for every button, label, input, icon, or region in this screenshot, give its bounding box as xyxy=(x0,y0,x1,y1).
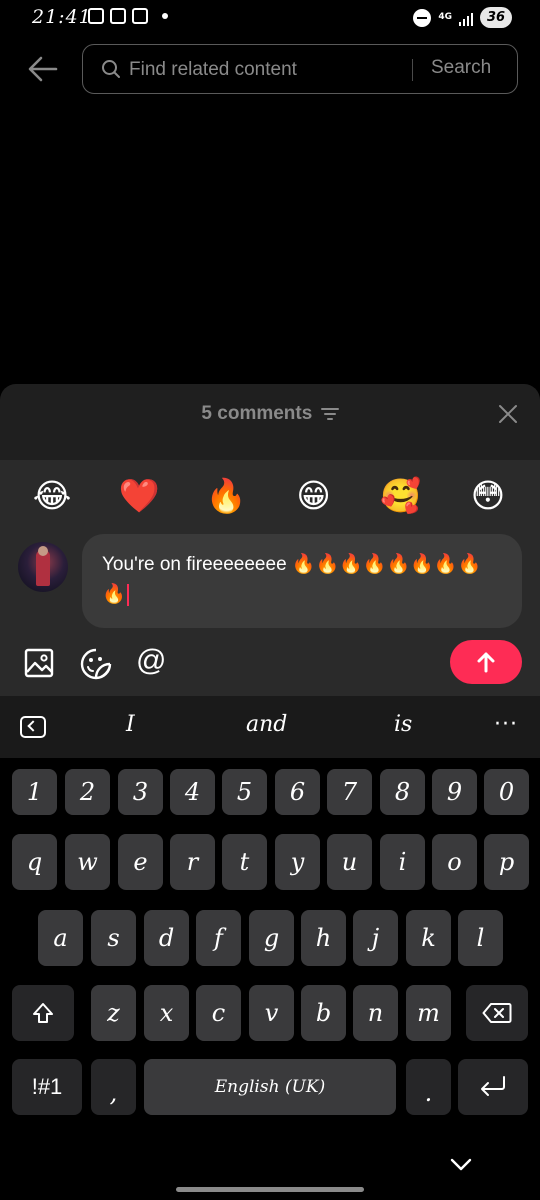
key-c[interactable]: c xyxy=(196,985,241,1041)
key-7[interactable]: 7 xyxy=(327,769,372,815)
battery-level: 36 xyxy=(480,7,512,28)
status-bar: 21:41 4G 36 xyxy=(0,0,540,36)
key-2[interactable]: 2 xyxy=(65,769,110,815)
key-h[interactable]: h xyxy=(301,910,346,966)
key-q[interactable]: q xyxy=(12,834,57,890)
key-l[interactable]: l xyxy=(458,910,503,966)
emoji-laugh[interactable]: 😂 xyxy=(30,476,74,516)
key-y[interactable]: y xyxy=(275,834,320,890)
network-type: 4G xyxy=(438,12,452,22)
avatar xyxy=(18,542,68,592)
key-g[interactable]: g xyxy=(249,910,294,966)
comment-input[interactable]: You're on fireeeeeeee 🔥🔥🔥🔥🔥🔥🔥🔥🔥 xyxy=(82,534,522,628)
comments-header: 5 comments xyxy=(0,403,540,425)
emoji-hearts-face[interactable]: 🥰 xyxy=(379,476,423,516)
shift-key[interactable] xyxy=(12,985,74,1041)
key-w[interactable]: w xyxy=(65,834,110,890)
back-arrow-icon[interactable] xyxy=(26,52,60,86)
key-t[interactable]: t xyxy=(222,834,267,890)
key-i[interactable]: i xyxy=(380,834,425,890)
key-d[interactable]: d xyxy=(144,910,189,966)
dnd-icon xyxy=(413,8,432,27)
symbols-key[interactable]: !#1 xyxy=(12,1059,82,1115)
key-r[interactable]: r xyxy=(170,834,215,890)
key-5[interactable]: 5 xyxy=(222,769,267,815)
key-f[interactable]: f xyxy=(196,910,241,966)
quick-emoji-bar: 😂 ❤️ 🔥 😁 🥰 😳 xyxy=(0,476,540,516)
key-6[interactable]: 6 xyxy=(275,769,320,815)
search-button[interactable]: Search xyxy=(431,57,491,79)
status-time: 21:41 xyxy=(32,6,92,28)
hide-keyboard-chevron-icon[interactable] xyxy=(450,1158,472,1172)
space-key[interactable]: English (UK) xyxy=(144,1059,396,1115)
keyboard-toolbar-icon[interactable] xyxy=(20,716,46,738)
backspace-key[interactable] xyxy=(466,985,528,1041)
sticker-icon[interactable] xyxy=(80,648,112,680)
comment-text: You're on fireeeeeeee 🔥🔥🔥🔥🔥🔥🔥🔥🔥 xyxy=(102,554,482,605)
notification-icons xyxy=(88,8,168,24)
key-z[interactable]: z xyxy=(91,985,136,1041)
key-s[interactable]: s xyxy=(91,910,136,966)
comma-key[interactable]: , xyxy=(91,1059,136,1115)
image-icon[interactable] xyxy=(24,648,54,678)
search-icon xyxy=(102,60,120,78)
more-notifications-icon xyxy=(162,13,168,19)
arrow-up-icon xyxy=(477,652,495,673)
key-9[interactable]: 9 xyxy=(432,769,477,815)
close-icon[interactable] xyxy=(498,404,518,424)
suggestion-2[interactable]: and xyxy=(246,712,287,737)
period-key[interactable]: . xyxy=(406,1059,451,1115)
key-4[interactable]: 4 xyxy=(170,769,215,815)
enter-key[interactable] xyxy=(458,1059,528,1115)
emoji-flushed[interactable]: 😳 xyxy=(466,476,510,516)
send-button[interactable] xyxy=(450,640,522,684)
enter-icon xyxy=(481,1076,505,1096)
sort-filter-icon[interactable] xyxy=(320,407,339,421)
key-1[interactable]: 1 xyxy=(12,769,57,815)
emoji-grin[interactable]: 😁 xyxy=(292,476,336,516)
search-bar[interactable]: Search xyxy=(82,44,518,94)
music-notification-icon xyxy=(132,8,148,24)
key-x[interactable]: x xyxy=(144,985,189,1041)
shift-icon xyxy=(33,1003,53,1023)
key-v[interactable]: v xyxy=(249,985,294,1041)
more-options-icon[interactable]: ··· xyxy=(494,712,518,737)
emoji-fire[interactable]: 🔥 xyxy=(204,476,248,516)
backspace-icon xyxy=(482,1003,512,1023)
home-indicator[interactable] xyxy=(176,1187,364,1192)
key-n[interactable]: n xyxy=(353,985,398,1041)
key-0[interactable]: 0 xyxy=(484,769,529,815)
key-b[interactable]: b xyxy=(301,985,346,1041)
emoji-heart[interactable]: ❤️ xyxy=(117,476,161,516)
key-e[interactable]: e xyxy=(118,834,163,890)
search-divider xyxy=(412,59,413,81)
text-cursor xyxy=(126,583,129,606)
key-m[interactable]: m xyxy=(406,985,451,1041)
status-icons: 4G 36 xyxy=(413,7,512,28)
screenshot-notification-icon xyxy=(110,8,126,24)
key-j[interactable]: j xyxy=(353,910,398,966)
key-3[interactable]: 3 xyxy=(118,769,163,815)
key-a[interactable]: a xyxy=(38,910,83,966)
suggestion-bar: I and is ··· xyxy=(0,696,540,758)
suggestion-1[interactable]: I xyxy=(126,712,135,737)
signal-icon xyxy=(459,10,473,26)
key-k[interactable]: k xyxy=(406,910,451,966)
key-p[interactable]: p xyxy=(484,834,529,890)
key-8[interactable]: 8 xyxy=(380,769,425,815)
suggestion-3[interactable]: is xyxy=(394,712,412,737)
key-o[interactable]: o xyxy=(432,834,477,890)
mention-button[interactable]: @ xyxy=(136,644,166,678)
comment-composer: 😂 ❤️ 🔥 😁 🥰 😳 You're on fireeeeeeee 🔥🔥🔥🔥🔥… xyxy=(0,460,540,696)
search-input[interactable] xyxy=(129,57,409,83)
gallery-notification-icon xyxy=(88,8,104,24)
key-u[interactable]: u xyxy=(327,834,372,890)
comments-count: 5 comments xyxy=(201,403,313,424)
